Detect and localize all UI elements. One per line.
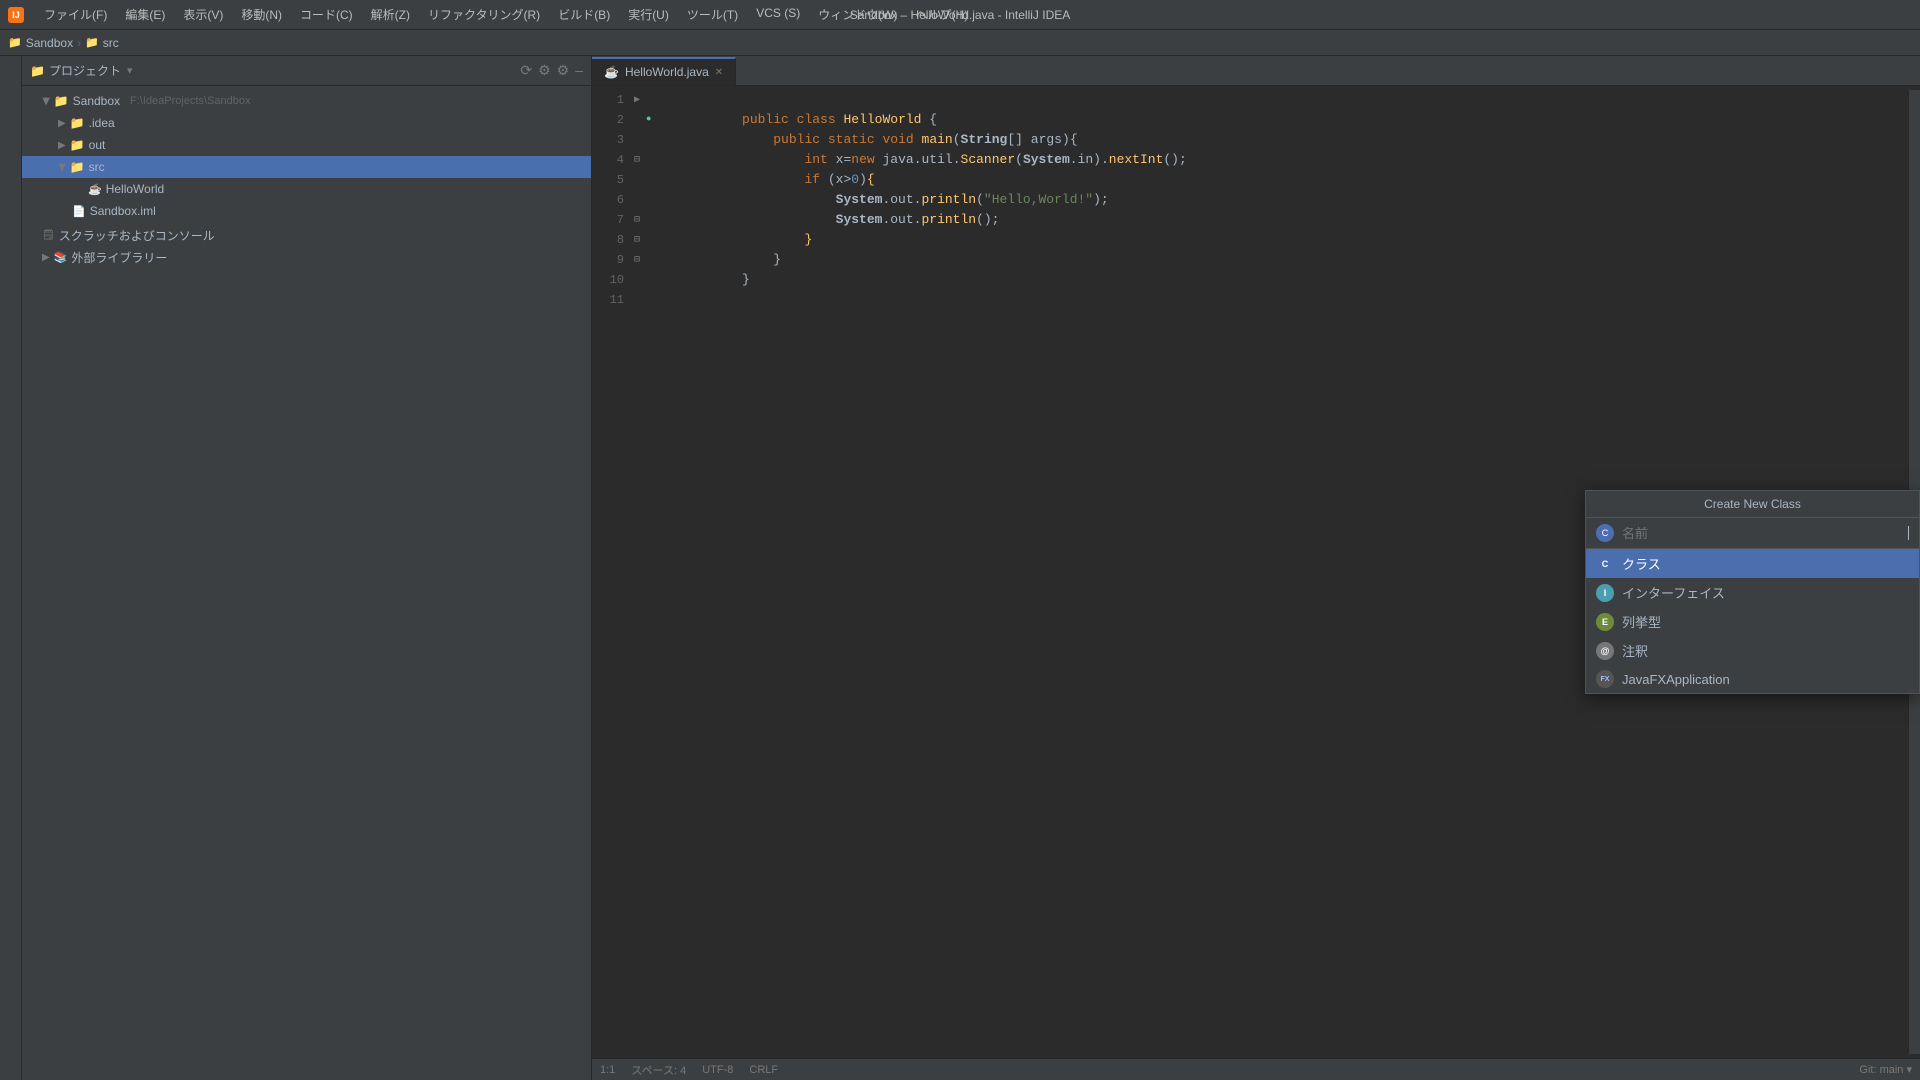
gutter-line-1: ▶ <box>632 90 656 110</box>
editor-tab-helloworld[interactable]: ☕ HelloWorld.java ✕ <box>592 57 736 85</box>
menu-refactor[interactable]: リファクタリング(R) <box>420 4 548 25</box>
sync-icon[interactable]: ⟳ <box>520 62 532 79</box>
cnc-enum-icon: E <box>1596 613 1614 631</box>
menu-vcs[interactable]: VCS (S) <box>748 4 808 25</box>
settings-icon[interactable]: ⚙ <box>557 62 570 79</box>
cnc-input-icon: C <box>1596 524 1614 542</box>
gutter-line-6 <box>632 190 656 210</box>
project-header: 📁 プロジェクト ▾ ⟳ ⚙ ⚙ – <box>22 56 591 86</box>
menu-build[interactable]: ビルド(B) <box>550 4 618 25</box>
tab-close-button[interactable]: ✕ <box>715 67 723 78</box>
menu-file[interactable]: ファイル(F) <box>36 4 115 25</box>
tree-item-sandbox-iml[interactable]: 📄 Sandbox.iml <box>22 200 591 222</box>
menu-run[interactable]: 実行(U) <box>620 4 677 25</box>
cnc-item-enum[interactable]: E 列挙型 <box>1586 607 1919 636</box>
folder-icon: 📁 <box>70 138 85 152</box>
iml-file-icon: 📄 <box>72 205 86 218</box>
java-file-icon: ☕ <box>88 183 102 196</box>
caret-icon: ▶ <box>58 140 66 151</box>
fold-marker-7[interactable]: ⊟ <box>634 214 640 226</box>
gutter-line-5 <box>632 170 656 190</box>
line-sep-indicator: CRLF <box>749 1064 778 1076</box>
menu-tools[interactable]: ツール(T) <box>679 4 746 25</box>
minimize-icon[interactable]: – <box>575 62 583 79</box>
window-title: Sandbox – HelloWorld.java - IntelliJ IDE… <box>850 8 1071 22</box>
project-header-actions: ⟳ ⚙ ⚙ – <box>520 62 583 79</box>
tree-item-out[interactable]: ▶ 📁 out <box>22 134 591 156</box>
code-line-9: } <box>664 250 1900 270</box>
line-col-indicator: 1:1 <box>600 1064 615 1076</box>
create-new-class-dialog: Create New Class C C クラス I インターフェイス E 列挙… <box>1585 490 1920 694</box>
code-gutter: ▶ ● ⊟ ⊟ ⊟ ⊟ <box>632 90 656 1054</box>
code-line-1: public class HelloWorld { <box>664 90 1900 110</box>
cnc-item-annotation[interactable]: @ 注釈 <box>1586 636 1919 665</box>
code-line-8: } <box>664 230 1900 250</box>
tree-item-ext-lib[interactable]: ▶ 📚 外部ライブラリー <box>22 246 591 268</box>
fold-marker-8[interactable]: ⊟ <box>634 234 640 246</box>
debug-icon-2[interactable]: ● <box>646 114 651 124</box>
text-cursor <box>1908 526 1909 540</box>
breadcrumb-sandbox[interactable]: 📁 Sandbox <box>8 36 73 50</box>
project-panel: 📁 プロジェクト ▾ ⟳ ⚙ ⚙ – ▶ 📁 Sandbox F:\IdeaPr… <box>22 56 592 1080</box>
tree-item-idea[interactable]: ▶ 📁 .idea <box>22 112 591 134</box>
breadcrumb-src[interactable]: 📁 src <box>85 36 119 50</box>
cnc-item-class[interactable]: C クラス <box>1586 549 1919 578</box>
tab-java-icon: ☕ <box>604 65 619 79</box>
folder-icon: 📁 <box>70 116 85 130</box>
main-layout: 📁 プロジェクト ▾ ⟳ ⚙ ⚙ – ▶ 📁 Sandbox F:\IdeaPr… <box>0 56 1920 1080</box>
gutter-line-3 <box>632 130 656 150</box>
create-new-class-input[interactable] <box>1622 526 1908 541</box>
code-line-10 <box>664 270 1900 290</box>
create-new-class-title: Create New Class <box>1586 491 1919 518</box>
bottom-status-bar: 1:1 スペース: 4 UTF-8 CRLF Git: main ▾ <box>592 1058 1920 1080</box>
menu-navigate[interactable]: 移動(N) <box>233 4 290 25</box>
tree-item-src[interactable]: ▶ 📁 src <box>22 156 591 178</box>
line-numbers: 1 2 3 4 5 6 7 8 9 10 11 <box>592 90 632 1054</box>
tab-bar: ☕ HelloWorld.java ✕ <box>592 56 1920 86</box>
cnc-class-icon: C <box>1596 555 1614 573</box>
caret-icon: ▶ <box>56 163 67 171</box>
caret-icon: ▶ <box>40 97 51 105</box>
cnc-annotation-icon: @ <box>1596 642 1614 660</box>
menu-analyze[interactable]: 解析(Z) <box>363 4 418 25</box>
gutter-line-9: ⊟ <box>632 250 656 270</box>
create-new-class-input-row: C <box>1586 518 1919 549</box>
lib-icon: 📚 <box>54 251 68 264</box>
code-line-11 <box>664 290 1900 310</box>
tree-item-helloworld[interactable]: ☕ HelloWorld <box>22 178 591 200</box>
caret-icon: ▶ <box>42 252 50 263</box>
src-folder-icon: 📁 <box>70 160 85 174</box>
cnc-item-javafx[interactable]: FX JavaFXApplication <box>1586 665 1919 693</box>
spaces-indicator: スペース: 4 <box>631 1062 686 1078</box>
caret-icon: ▶ <box>58 118 66 129</box>
gutter-line-4: ⊟ <box>632 150 656 170</box>
tree-item-scratch[interactable]: 🗒 スクラッチおよびコンソール <box>22 224 591 246</box>
gutter-line-7: ⊟ <box>632 210 656 230</box>
gutter-line-2: ● <box>632 110 656 130</box>
encoding-indicator: UTF-8 <box>702 1064 733 1076</box>
scratch-icon: 🗒 <box>42 230 55 241</box>
menu-edit[interactable]: 編集(E) <box>117 4 173 25</box>
app-icon: IJ <box>8 7 24 23</box>
layout-icon[interactable]: ⚙ <box>538 62 551 79</box>
cnc-javafx-icon: FX <box>1596 670 1614 688</box>
left-edge-panel <box>0 56 22 1080</box>
fold-arrow-1[interactable]: ▶ <box>634 94 640 106</box>
fold-marker-9[interactable]: ⊟ <box>634 254 640 266</box>
editor-area: ☕ HelloWorld.java ✕ 1 2 3 4 5 6 7 8 9 10… <box>592 56 1920 1080</box>
gutter-line-8: ⊟ <box>632 230 656 250</box>
fold-marker-4[interactable]: ⊟ <box>634 154 640 166</box>
menu-view[interactable]: 表示(V) <box>175 4 231 25</box>
breadcrumb-separator: › <box>77 36 81 50</box>
titlebar: IJ ファイル(F) 編集(E) 表示(V) 移動(N) コード(C) 解析(Z… <box>0 0 1920 30</box>
breadcrumb: 📁 Sandbox › 📁 src <box>0 30 1920 56</box>
menu-code[interactable]: コード(C) <box>292 4 361 25</box>
project-title: 📁 プロジェクト ▾ <box>30 62 133 79</box>
cnc-item-interface[interactable]: I インターフェイス <box>1586 578 1919 607</box>
cnc-interface-icon: I <box>1596 584 1614 602</box>
git-indicator: Git: main ▾ <box>1859 1063 1912 1076</box>
folder-icon: 📁 <box>54 94 69 108</box>
tree-item-sandbox[interactable]: ▶ 📁 Sandbox F:\IdeaProjects\Sandbox <box>22 90 591 112</box>
project-tree: ▶ 📁 Sandbox F:\IdeaProjects\Sandbox ▶ 📁 … <box>22 86 591 1080</box>
